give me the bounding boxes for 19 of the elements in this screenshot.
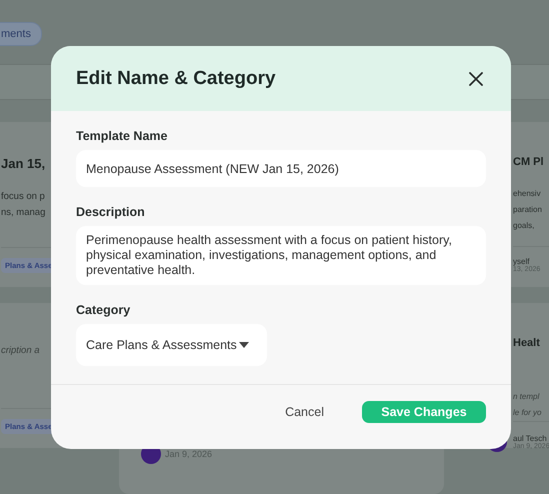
card-description: goals, — [513, 220, 536, 232]
filter-tab[interactable]: ments — [0, 22, 42, 46]
description-input[interactable]: Perimenopause health assessment with a focus on patient history, physical examination, investigations, management options, and preventative health. — [76, 226, 486, 286]
card-description: paration — [513, 204, 543, 216]
caret-icon — [239, 342, 249, 348]
card-title: CM Pl — [513, 156, 545, 168]
category-select[interactable]: Care Plans & Assessments — [76, 324, 267, 366]
author-name: yself — [513, 257, 530, 266]
close-icon[interactable] — [469, 72, 483, 86]
name-input[interactable]: Menopause Assessment (NEW Jan 15, 2026) — [76, 150, 486, 188]
card-description: n templ — [513, 391, 540, 403]
card-title: Healt — [513, 337, 541, 349]
cancel-button[interactable]: Cancel — [279, 404, 330, 420]
card-description: le for yo — [513, 407, 542, 419]
card-description: focus on p — [1, 190, 46, 204]
author-name: aul Tesch — [513, 434, 548, 443]
card-description: ehensiv — [513, 188, 542, 200]
save-button[interactable]: Save Changes — [362, 401, 486, 424]
dialog-title: Edit Name & Category — [76, 68, 276, 90]
